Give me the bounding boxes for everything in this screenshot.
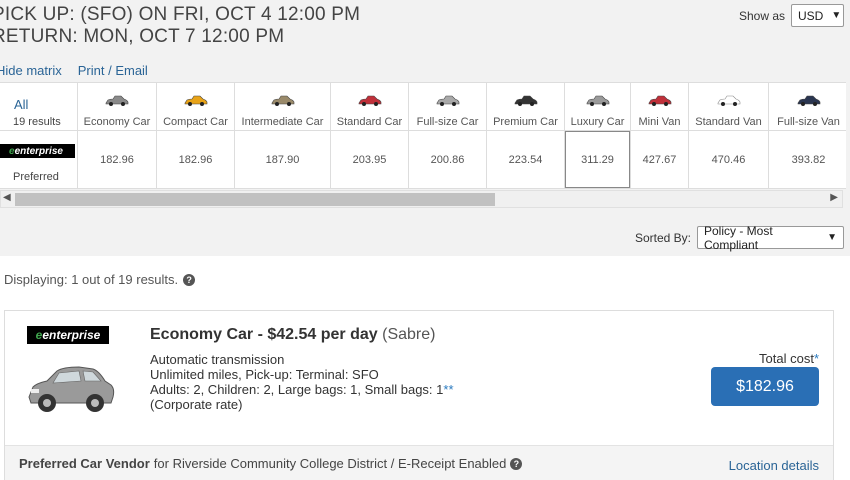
- car-type-label: Intermediate Car: [241, 116, 324, 128]
- sort-value: Policy - Most Compliant: [704, 223, 773, 252]
- sort-control: Sorted By: Policy - Most Compliant ▼: [634, 223, 844, 252]
- car-icon: [358, 95, 381, 106]
- car-type-label: Mini Van: [638, 116, 681, 128]
- print-email-link[interactable]: Print / Email: [78, 63, 148, 78]
- chevron-down-icon: ▼: [831, 10, 842, 21]
- matrix-column[interactable]: Standard Van 470.46: [689, 83, 769, 188]
- hide-matrix-link[interactable]: Hide matrix: [0, 63, 62, 78]
- matrix-price-cell[interactable]: 187.90: [235, 131, 330, 188]
- help-icon[interactable]: ?: [183, 273, 196, 286]
- car-icon: [717, 95, 740, 106]
- matrix-price-cell[interactable]: 182.96: [157, 131, 234, 188]
- preferred-vendor-text: for Riverside Community College District…: [153, 456, 507, 471]
- car-icon: [586, 95, 609, 106]
- chevron-down-icon: ▼: [827, 232, 837, 243]
- car-type-header[interactable]: Full-size Car: [409, 83, 486, 131]
- matrix-price-cell[interactable]: 427.67: [631, 131, 688, 188]
- car-type-header[interactable]: Full-size Van: [769, 83, 846, 131]
- car-type-header[interactable]: Luxury Car: [565, 83, 630, 131]
- result-category: Economy Car - $42.54 per day: [150, 326, 378, 343]
- result-card: e enterprise Economy Car - $42.54 per day…: [4, 310, 834, 480]
- preferred-label: Preferred: [13, 171, 59, 183]
- matrix-column[interactable]: Full-size Car 200.86: [409, 83, 487, 188]
- car-type-label: Standard Van: [695, 116, 762, 128]
- matrix-column[interactable]: Compact Car 182.96: [157, 83, 235, 188]
- matrix-scrollbar[interactable]: ◀ ▶: [0, 190, 843, 208]
- displaying-text: Displaying: 1 out of 19 results.: [4, 272, 179, 287]
- car-icon: [436, 95, 459, 106]
- currency-value: USD: [798, 8, 824, 23]
- matrix-price-cell[interactable]: 203.95: [331, 131, 408, 188]
- car-type-header[interactable]: Standard Van: [689, 83, 768, 131]
- matrix-column[interactable]: Full-size Van 393.82: [769, 83, 846, 188]
- scroll-left-icon[interactable]: ◀: [3, 192, 11, 203]
- all-filter-link[interactable]: All: [14, 97, 28, 112]
- matrix-column[interactable]: Mini Van 427.67: [631, 83, 689, 188]
- location-details-link[interactable]: Location details: [729, 458, 819, 473]
- scrollbar-thumb[interactable]: [15, 193, 495, 206]
- car-type-header[interactable]: Standard Car: [331, 83, 408, 131]
- matrix-column[interactable]: Intermediate Car 187.90: [235, 83, 331, 188]
- result-details: Automatic transmission Unlimited miles, …: [150, 352, 454, 412]
- currency-selector-group: Show as USD ▼: [739, 4, 844, 27]
- matrix-price-cell[interactable]: 223.54: [487, 131, 564, 188]
- car-type-header[interactable]: Compact Car: [157, 83, 234, 131]
- select-price-button[interactable]: $182.96: [711, 367, 819, 406]
- result-source: (Sabre): [382, 326, 436, 343]
- matrix-links: Hide matrix Print / Email: [0, 63, 148, 78]
- car-matrix: All 19 results e enterprise Preferred Eco…: [0, 82, 846, 189]
- car-type-header[interactable]: Mini Van: [631, 83, 688, 131]
- car-type-label: Premium Car: [493, 116, 558, 128]
- car-icon: [648, 95, 671, 106]
- pickup-info: PICK UP: (SFO) ON FRI, OCT 4 12:00 PM: [0, 4, 361, 25]
- matrix-price-cell[interactable]: 200.86: [409, 131, 486, 188]
- car-icon: [797, 95, 820, 106]
- car-icon: [105, 95, 129, 106]
- car-type-header[interactable]: Economy Car: [78, 83, 156, 131]
- show-as-label: Show as: [738, 8, 785, 23]
- car-type-label: Full-size Car: [416, 116, 479, 128]
- footnote-mark[interactable]: **: [443, 382, 453, 397]
- matrix-column[interactable]: Luxury Car 311.29: [565, 83, 631, 188]
- car-type-header[interactable]: Premium Car: [487, 83, 564, 131]
- results-count: 19 results: [13, 116, 61, 128]
- car-type-header[interactable]: Intermediate Car: [235, 83, 330, 131]
- car-type-label: Standard Car: [336, 116, 403, 128]
- preferred-vendor-note: Preferred Car Vendor for Riverside Commu…: [19, 456, 523, 471]
- return-info: RETURN: MON, OCT 7 12:00 PM: [0, 26, 285, 47]
- enterprise-logo: e enterprise: [27, 326, 109, 344]
- car-type-label: Luxury Car: [570, 116, 625, 128]
- car-image-icon: [28, 366, 115, 412]
- sorted-by-label: Sorted By:: [634, 230, 691, 245]
- capacity-text: Adults: 2, Children: 2, Large bags: 1, S…: [150, 382, 454, 397]
- help-icon[interactable]: ?: [510, 457, 523, 470]
- matrix-column[interactable]: Standard Car 203.95: [331, 83, 409, 188]
- car-type-label: Economy Car: [83, 116, 151, 128]
- car-type-label: Full-size Van: [777, 116, 840, 128]
- car-type-label: Compact Car: [163, 116, 228, 128]
- rate-type-text: (Corporate rate): [150, 397, 243, 412]
- car-icon: [271, 95, 294, 106]
- currency-select[interactable]: USD ▼: [791, 4, 844, 27]
- matrix-price-cell[interactable]: 393.82: [769, 131, 846, 188]
- matrix-price-cell[interactable]: 470.46: [689, 131, 768, 188]
- result-title: Economy Car - $42.54 per day (Sabre): [150, 326, 435, 344]
- preferred-vendor-label: Preferred Car Vendor: [19, 456, 150, 471]
- matrix-all-column[interactable]: All 19 results e enterprise Preferred: [0, 83, 78, 188]
- result-footer: Preferred Car Vendor for Riverside Commu…: [5, 445, 833, 480]
- mileage-pickup-text: Unlimited miles, Pick-up: Terminal: SFO: [150, 367, 379, 382]
- matrix-column[interactable]: Premium Car 223.54: [487, 83, 565, 188]
- total-cost-label: Total cost*: [759, 351, 819, 366]
- car-icon: [184, 95, 207, 106]
- transmission-text: Automatic transmission: [150, 352, 285, 367]
- car-icon: [514, 95, 537, 106]
- matrix-price-cell[interactable]: 182.96: [78, 131, 156, 188]
- matrix-column[interactable]: Economy Car 182.96: [78, 83, 157, 188]
- enterprise-logo: e enterprise: [0, 144, 75, 158]
- matrix-price-cell[interactable]: 311.29: [565, 131, 630, 188]
- sort-select[interactable]: Policy - Most Compliant ▼: [697, 223, 844, 252]
- scroll-right-icon[interactable]: ▶: [830, 192, 838, 203]
- displaying-status: Displaying: 1 out of 19 results. ?: [4, 272, 196, 287]
